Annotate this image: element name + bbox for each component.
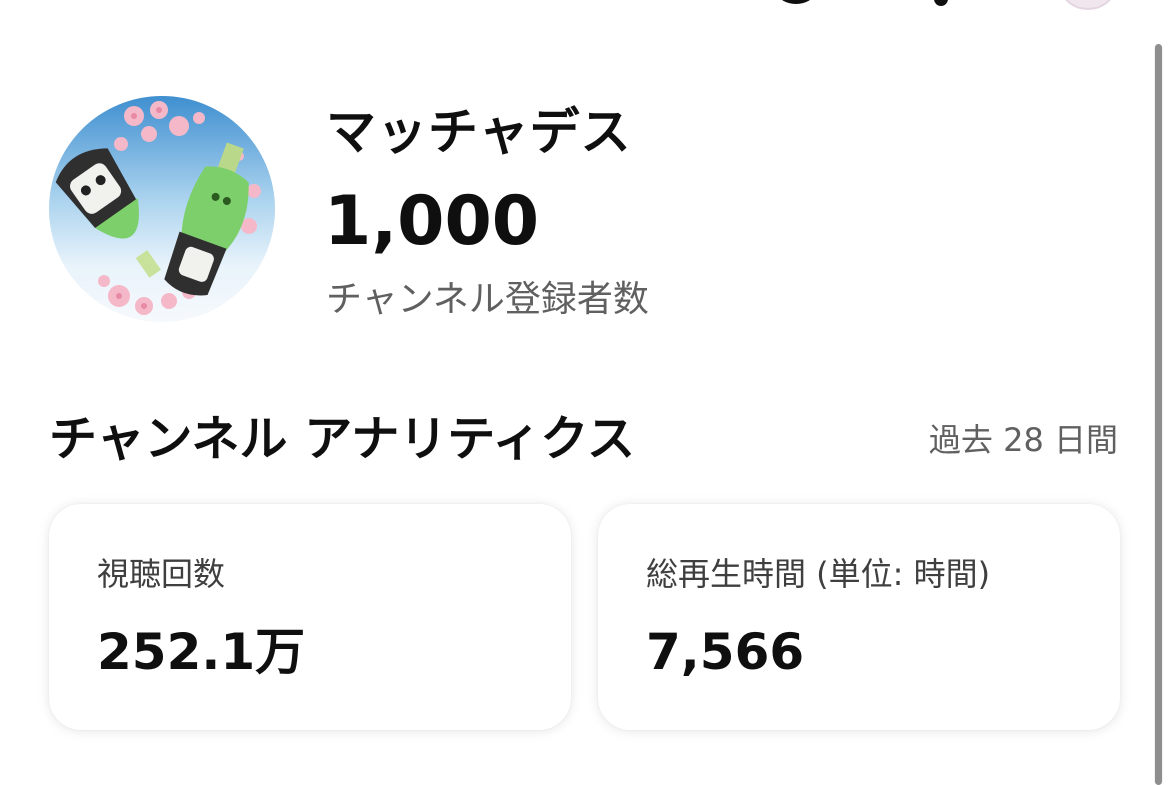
- top-app-bar: [0, 0, 1170, 20]
- scrollbar-thumb[interactable]: [1155, 44, 1162, 785]
- views-label: 視聴回数: [97, 555, 226, 593]
- watch-time-label: 総再生時間 (単位: 時間): [646, 555, 991, 593]
- profile-avatar[interactable]: [1062, 0, 1114, 10]
- views-value: 252.1万: [97, 623, 306, 681]
- channel-avatar[interactable]: [49, 96, 275, 322]
- notification-icon[interactable]: [934, 0, 948, 6]
- analytics-title: チャンネル アナリティクス: [49, 411, 635, 467]
- account-circle-icon[interactable]: [778, 0, 814, 4]
- channel-name: マッチャデス: [326, 103, 632, 161]
- subscriber-count: 1,000: [324, 182, 540, 261]
- views-card[interactable]: 視聴回数 252.1万: [49, 504, 571, 730]
- watch-time-card[interactable]: 総再生時間 (単位: 時間) 7,566: [598, 504, 1120, 730]
- watch-time-value: 7,566: [646, 623, 805, 681]
- channel-dashboard-page: マッチャデス 1,000 チャンネル登録者数 チャンネル アナリティクス 過去 …: [0, 0, 1170, 785]
- subscriber-label: チャンネル登録者数: [326, 279, 649, 320]
- analytics-period: 過去 28 日間: [928, 421, 1118, 459]
